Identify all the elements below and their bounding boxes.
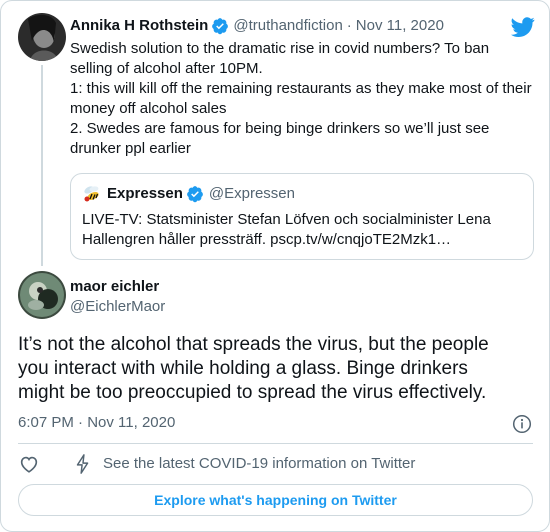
tweet-text-line: you interact with while holding a glass.… — [18, 358, 468, 379]
quoted-author-handle[interactable]: @truthandfiction — [233, 16, 342, 36]
verified-badge-icon — [186, 185, 204, 203]
embedded-author-name: Expressen — [107, 185, 183, 202]
author-avatar[interactable] — [18, 271, 66, 319]
tweet-embed-card: Annika H Rothstein @truthandfiction · No… — [0, 0, 550, 532]
action-bar: See the latest COVID-19 information on T… — [18, 453, 415, 475]
explore-button[interactable]: Explore what's happening on Twitter — [18, 484, 533, 516]
embedded-tweet-text: LIVE-TV: Statsminister Stefan Löfven och… — [82, 210, 526, 250]
tweet-text: It’s not the alcohol that spreads the vi… — [18, 333, 533, 405]
lightning-bolt-icon[interactable] — [72, 453, 94, 475]
embedded-tweet-line[interactable]: Hallengren håller pressträff. pscp.tv/w/… — [82, 230, 526, 250]
expressen-wasp-icon — [82, 184, 102, 204]
divider — [18, 443, 533, 444]
quoted-tweet-line: money off alcohol sales — [70, 100, 227, 117]
dot-separator: · — [346, 17, 352, 34]
tweet-text-line: might be too preoccupied to spread the v… — [18, 382, 487, 403]
author-name[interactable]: maor eichler — [70, 277, 159, 297]
embedded-tweet-line: LIVE-TV: Statsminister Stefan Löfven och… — [82, 211, 491, 228]
quoted-tweet-line: Swedish solution to the dramatic rise in… — [70, 40, 490, 57]
twitter-bird-icon[interactable] — [511, 15, 535, 39]
quoted-author-name[interactable]: Annika H Rothstein — [70, 16, 208, 36]
tweet-text-line: It’s not the alcohol that spreads the vi… — [18, 334, 489, 355]
quoted-tweet-line: drunker ppl earlier — [70, 140, 191, 157]
info-icon[interactable] — [512, 414, 532, 434]
heart-icon[interactable] — [18, 453, 40, 475]
thread-connector — [41, 65, 43, 266]
quoted-tweet-line: 2. Swedes are famous for being binge dri… — [70, 120, 490, 137]
embedded-tweet-card[interactable]: Expressen @Expressen LIVE-TV: Statsminis… — [70, 173, 534, 260]
quoted-author-avatar[interactable] — [18, 13, 66, 61]
quoted-tweet-date[interactable]: Nov 11, 2020 — [356, 16, 444, 36]
quoted-tweet-header: Annika H Rothstein @truthandfiction · No… — [70, 16, 444, 36]
quoted-tweet-line: 1: this will kill off the remaining rest… — [70, 80, 532, 97]
verified-badge-icon — [211, 17, 229, 35]
tweet-timestamp[interactable]: 6:07 PM · Nov 11, 2020 — [18, 413, 175, 433]
embedded-author-handle: @Expressen — [208, 185, 295, 202]
quoted-tweet-text: Swedish solution to the dramatic rise in… — [70, 39, 536, 159]
covid-info-link[interactable]: See the latest COVID-19 information on T… — [103, 454, 415, 474]
author-handle[interactable]: @EichlerMaor — [70, 297, 165, 317]
embedded-tweet-header: Expressen @Expressen — [82, 184, 295, 204]
quoted-tweet-line: selling of alcohol after 10PM. — [70, 60, 263, 77]
